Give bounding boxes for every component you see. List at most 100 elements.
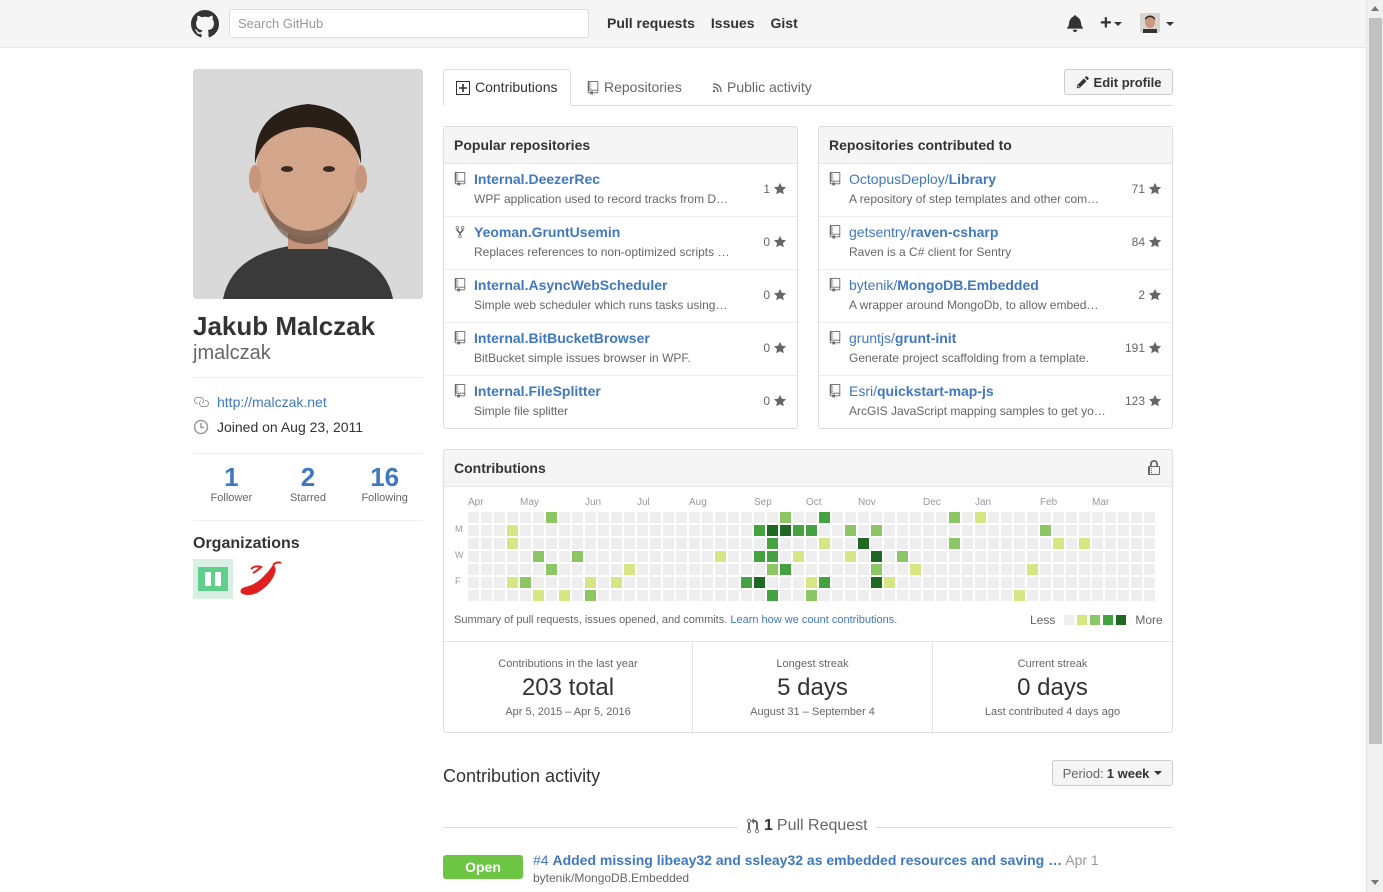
calendar-day-cell[interactable] [793,564,804,575]
calendar-day-cell[interactable] [702,564,713,575]
calendar-day-cell[interactable] [481,551,492,562]
calendar-day-cell[interactable] [741,577,752,588]
calendar-day-cell[interactable] [663,538,674,549]
calendar-day-cell[interactable] [767,577,778,588]
organization-avatar[interactable] [193,559,233,599]
calendar-day-cell[interactable] [975,564,986,575]
calendar-day-cell[interactable] [1144,525,1155,536]
calendar-day-cell[interactable] [1118,525,1129,536]
calendar-day-cell[interactable] [507,590,518,601]
calendar-day-cell[interactable] [858,512,869,523]
calendar-day-cell[interactable] [754,551,765,562]
calendar-day-cell[interactable] [1066,590,1077,601]
calendar-day-cell[interactable] [546,512,557,523]
calendar-day-cell[interactable] [481,590,492,601]
calendar-day-cell[interactable] [507,525,518,536]
calendar-day-cell[interactable] [1105,577,1116,588]
calendar-day-cell[interactable] [884,564,895,575]
calendar-day-cell[interactable] [1131,538,1142,549]
calendar-day-cell[interactable] [559,551,570,562]
repo-stars[interactable]: 0 [763,394,787,408]
calendar-day-cell[interactable] [494,577,505,588]
calendar-day-cell[interactable] [780,551,791,562]
calendar-day-cell[interactable] [650,551,661,562]
repo-stars[interactable]: 84 [1132,235,1162,249]
calendar-day-cell[interactable] [806,512,817,523]
calendar-day-cell[interactable] [884,538,895,549]
calendar-day-cell[interactable] [637,551,648,562]
calendar-day-cell[interactable] [715,590,726,601]
calendar-day-cell[interactable] [962,538,973,549]
following-stat[interactable]: 16 Following [346,462,423,504]
calendar-day-cell[interactable] [1092,590,1103,601]
calendar-day-cell[interactable] [1105,590,1116,601]
calendar-day-cell[interactable] [689,577,700,588]
calendar-day-cell[interactable] [1066,525,1077,536]
calendar-day-cell[interactable] [806,525,817,536]
calendar-day-cell[interactable] [1079,512,1090,523]
calendar-day-cell[interactable] [858,551,869,562]
calendar-day-cell[interactable] [884,551,895,562]
calendar-day-cell[interactable] [1079,525,1090,536]
calendar-day-cell[interactable] [507,512,518,523]
calendar-day-cell[interactable] [1001,577,1012,588]
calendar-day-cell[interactable] [936,564,947,575]
calendar-day-cell[interactable] [741,512,752,523]
repo-name-link[interactable]: getsentry/raven-csharp [849,224,998,240]
search-input[interactable]: Search GitHub [229,9,589,38]
calendar-day-cell[interactable] [1118,512,1129,523]
calendar-day-cell[interactable] [585,577,596,588]
calendar-day-cell[interactable] [780,590,791,601]
calendar-day-cell[interactable] [715,564,726,575]
calendar-day-cell[interactable] [650,564,661,575]
repo-stars[interactable]: 0 [763,341,787,355]
calendar-day-cell[interactable] [533,590,544,601]
calendar-day-cell[interactable] [1014,564,1025,575]
repo-stars[interactable]: 2 [1138,288,1162,302]
calendar-day-cell[interactable] [1105,564,1116,575]
calendar-day-cell[interactable] [689,525,700,536]
calendar-day-cell[interactable] [988,590,999,601]
calendar-day-cell[interactable] [1001,564,1012,575]
calendar-day-cell[interactable] [715,538,726,549]
repo-name-link[interactable]: Internal.DeezerRec [474,171,600,187]
calendar-day-cell[interactable] [1105,512,1116,523]
calendar-day-cell[interactable] [910,512,921,523]
calendar-day-cell[interactable] [923,590,934,601]
calendar-day-cell[interactable] [897,551,908,562]
calendar-day-cell[interactable] [1027,538,1038,549]
calendar-day-cell[interactable] [494,590,505,601]
calendar-day-cell[interactable] [572,590,583,601]
calendar-day-cell[interactable] [611,525,622,536]
calendar-day-cell[interactable] [884,512,895,523]
calendar-day-cell[interactable] [611,538,622,549]
calendar-day-cell[interactable] [637,564,648,575]
repo-name-link[interactable]: Internal.BitBucketBrowser [474,330,650,346]
calendar-day-cell[interactable] [689,590,700,601]
calendar-day-cell[interactable] [676,551,687,562]
calendar-day-cell[interactable] [585,551,596,562]
calendar-day-cell[interactable] [1001,512,1012,523]
calendar-day-cell[interactable] [611,512,622,523]
calendar-day-cell[interactable] [1066,512,1077,523]
calendar-day-cell[interactable] [1144,538,1155,549]
organization-chili-logo-icon[interactable] [237,559,283,599]
calendar-day-cell[interactable] [1053,577,1064,588]
pull-request-number-link[interactable]: #4 [533,852,549,868]
calendar-day-cell[interactable] [715,512,726,523]
calendar-day-cell[interactable] [663,512,674,523]
calendar-day-cell[interactable] [845,538,856,549]
popular-repo-row[interactable]: Yeoman.GruntUsemin Replaces references to… [444,217,797,270]
calendar-day-cell[interactable] [754,590,765,601]
calendar-day-cell[interactable] [468,512,479,523]
calendar-day-cell[interactable] [754,577,765,588]
calendar-day-cell[interactable] [598,538,609,549]
calendar-day-cell[interactable] [741,538,752,549]
calendar-day-cell[interactable] [806,551,817,562]
calendar-day-cell[interactable] [1131,512,1142,523]
calendar-day-cell[interactable] [663,551,674,562]
calendar-day-cell[interactable] [780,538,791,549]
calendar-day-cell[interactable] [845,577,856,588]
calendar-day-cell[interactable] [871,538,882,549]
calendar-day-cell[interactable] [689,538,700,549]
